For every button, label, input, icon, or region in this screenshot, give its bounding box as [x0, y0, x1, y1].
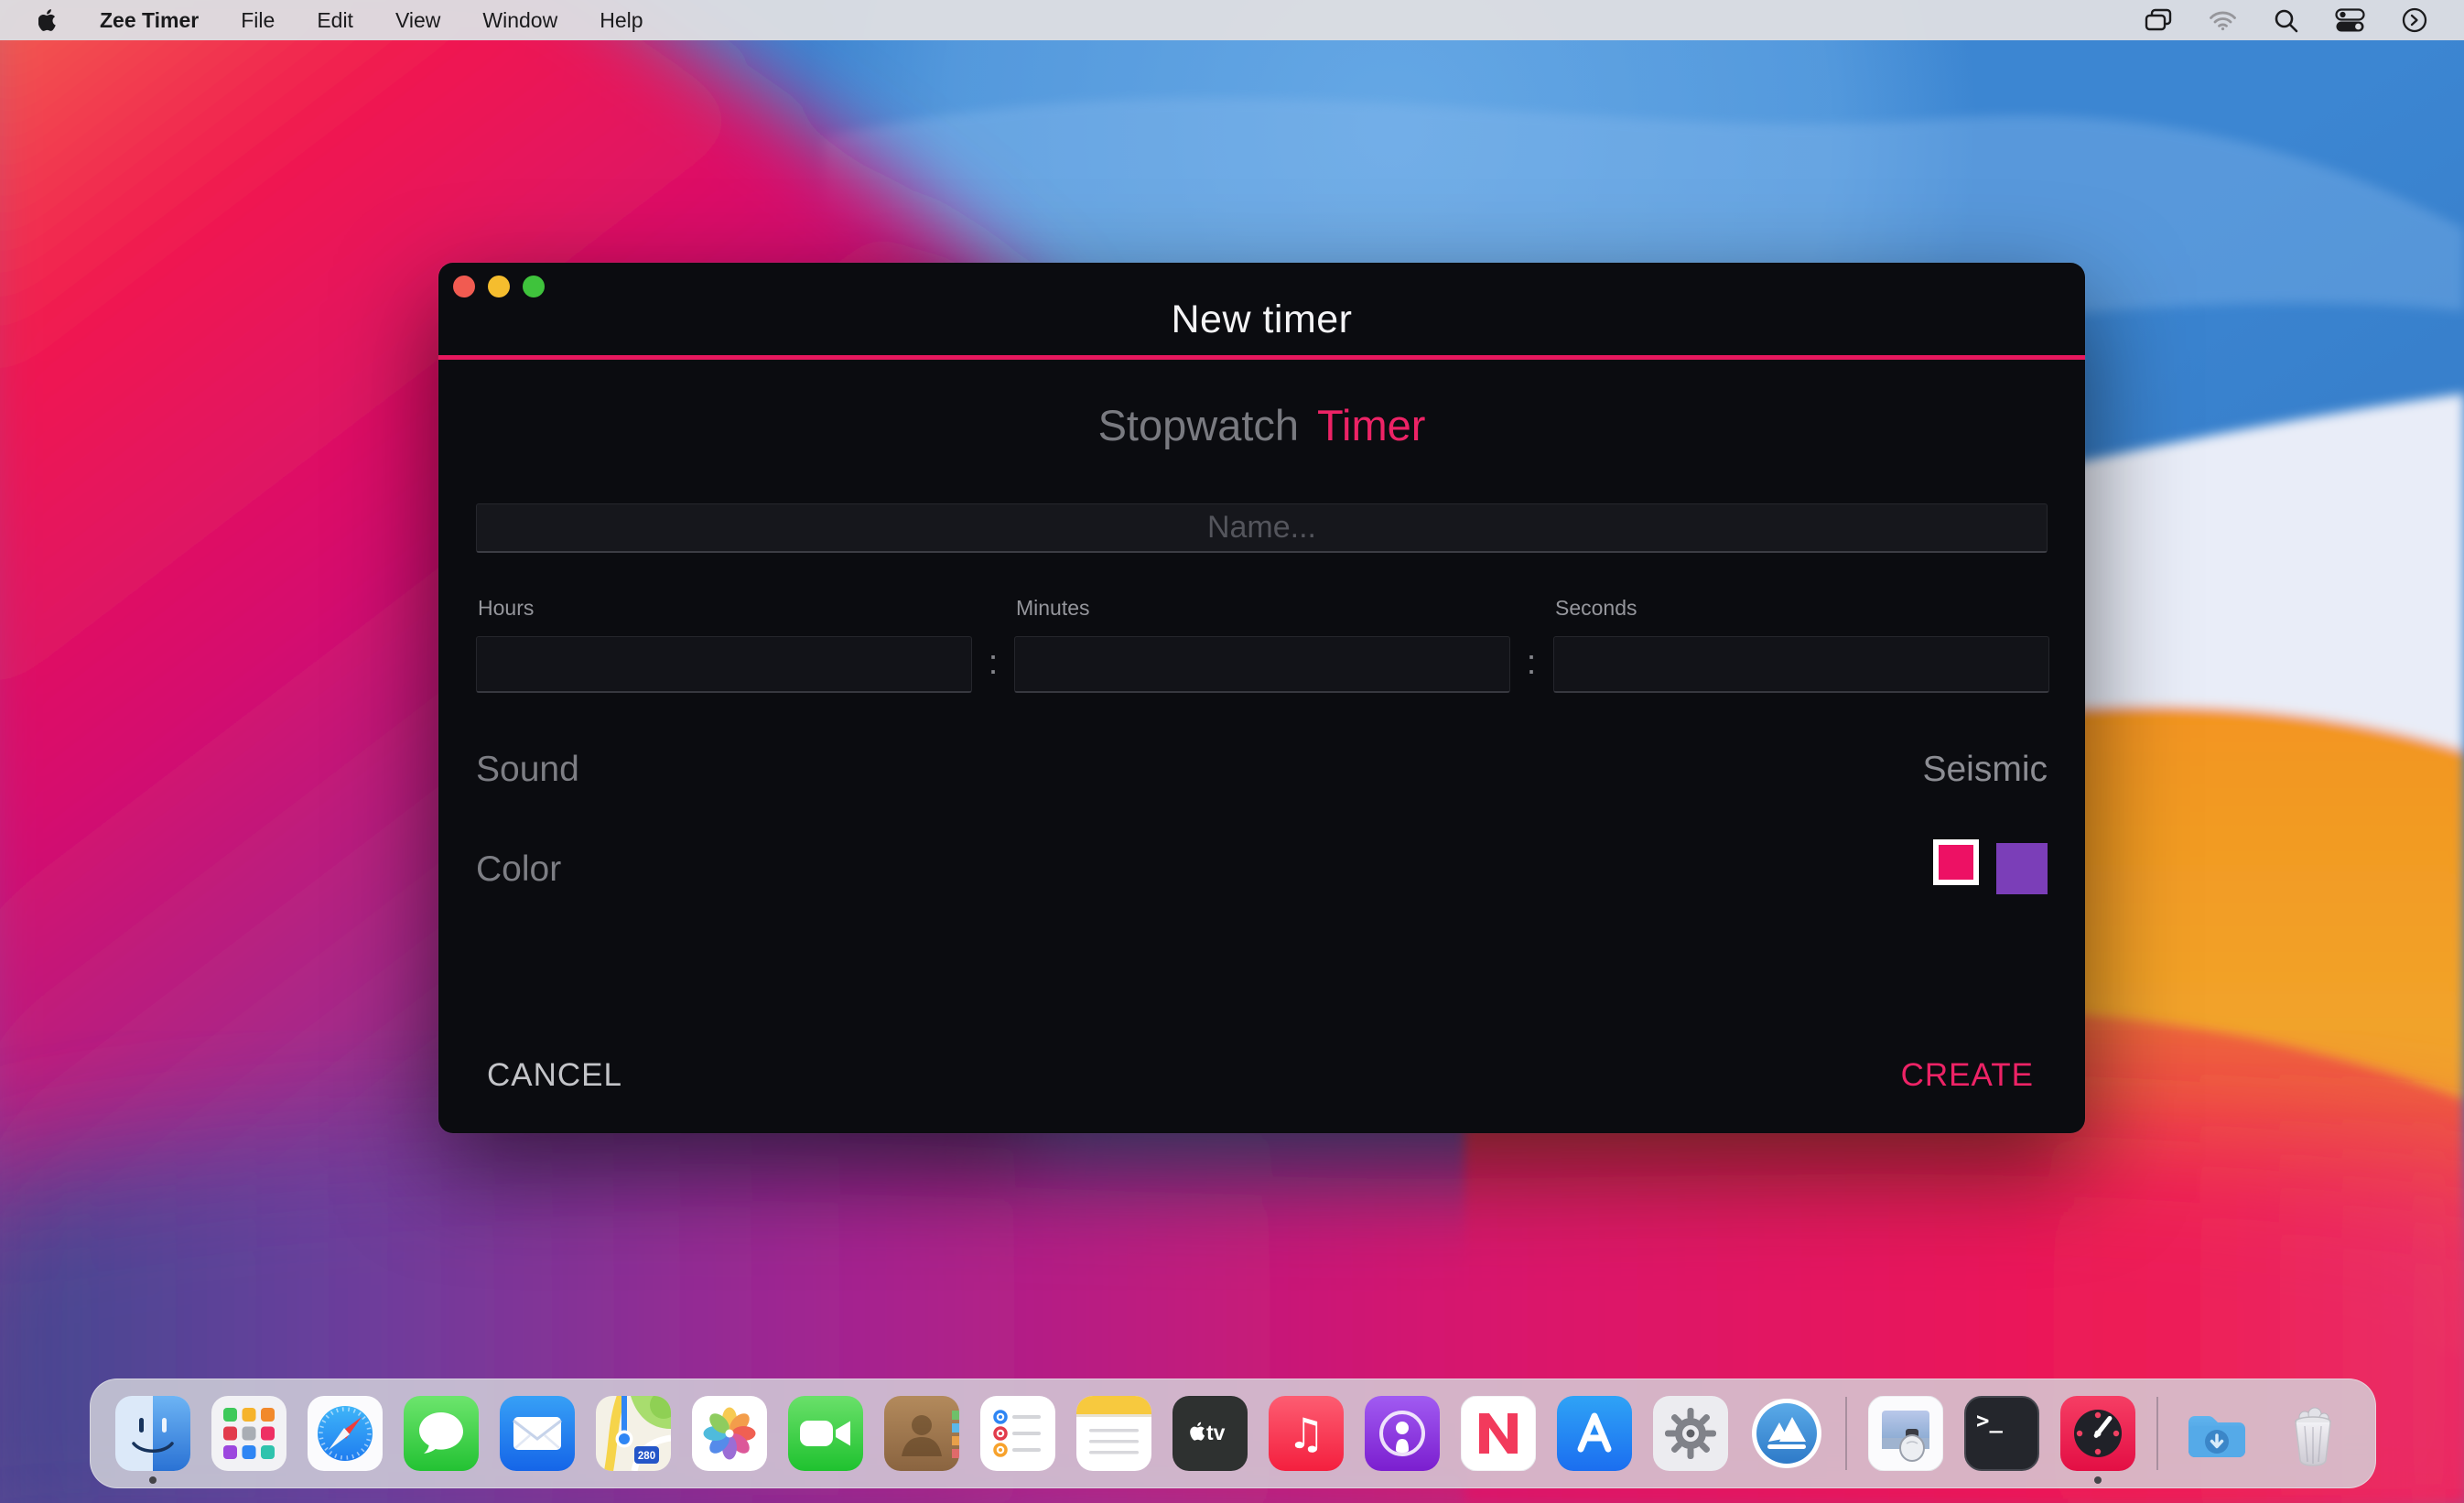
dock-downloads-folder-icon[interactable]: [2179, 1396, 2254, 1471]
menubar-item-edit[interactable]: Edit: [317, 8, 353, 33]
menu-bar: Zee Timer File Edit View Window Help: [0, 0, 2464, 40]
color-swatch-pink-selected[interactable]: [1933, 839, 1979, 885]
dock-reminders-icon[interactable]: [980, 1396, 1055, 1471]
color-label: Color: [476, 849, 562, 889]
wifi-icon[interactable]: [2209, 10, 2237, 31]
dock-contacts-icon[interactable]: [884, 1396, 959, 1471]
minutes-input[interactable]: [1014, 636, 1510, 693]
dock-terminal-icon[interactable]: >_: [1964, 1396, 2039, 1471]
tab-stopwatch[interactable]: Stopwatch: [1098, 400, 1299, 450]
dock-facetime-icon[interactable]: [788, 1396, 863, 1471]
terminal-prompt-glyph: >_: [1976, 1408, 2003, 1433]
dock-launchpad-icon[interactable]: [211, 1396, 286, 1471]
dock-photos-icon[interactable]: [692, 1396, 767, 1471]
dock-preview-icon[interactable]: [1868, 1396, 1943, 1471]
time-separator: :: [1526, 643, 1537, 682]
new-timer-window: New timer Stopwatch Timer Hours Minutes …: [438, 263, 2085, 1133]
seconds-label: Seconds: [1555, 596, 1637, 620]
hours-label: Hours: [478, 596, 535, 620]
window-title-bar[interactable]: New timer: [438, 263, 2085, 360]
dock-news-icon[interactable]: [1461, 1396, 1536, 1471]
zoom-button[interactable]: [523, 276, 545, 297]
maps-badge-label: 280: [638, 1451, 655, 1462]
create-button[interactable]: CREATE: [1901, 1057, 2034, 1094]
dock-music-icon[interactable]: ♫: [1269, 1396, 1344, 1471]
dock-messages-icon[interactable]: [404, 1396, 479, 1471]
dock-safari-icon[interactable]: [308, 1396, 383, 1471]
tab-timer[interactable]: Timer: [1317, 400, 1425, 450]
dock-podcasts-icon[interactable]: [1365, 1396, 1440, 1471]
minutes-label: Minutes: [1016, 596, 1090, 620]
seconds-input[interactable]: [1553, 636, 2049, 693]
menubar-item-file[interactable]: File: [241, 8, 275, 33]
tv-label: tv: [1206, 1421, 1226, 1444]
control-center-icon[interactable]: [2335, 7, 2365, 33]
cancel-button[interactable]: CANCEL: [487, 1057, 622, 1094]
color-swatch-purple[interactable]: [1996, 843, 2048, 894]
dock-finder-icon[interactable]: [115, 1396, 190, 1471]
chevron-circle-icon[interactable]: [2402, 7, 2427, 33]
minimize-button[interactable]: [488, 276, 510, 297]
menubar-item-view[interactable]: View: [395, 8, 440, 33]
dock-divider: [1845, 1397, 1847, 1470]
dock-mail-icon[interactable]: [500, 1396, 575, 1471]
dock: 280 tv ♫ >_: [90, 1379, 2376, 1488]
sound-value[interactable]: Seismic: [1922, 750, 2048, 790]
music-note-glyph: ♫: [1287, 1409, 1324, 1458]
window-title: New timer: [1171, 297, 1353, 341]
menubar-item-window[interactable]: Window: [482, 8, 557, 33]
dock-app-cleaner-icon[interactable]: [1749, 1396, 1824, 1471]
sound-label: Sound: [476, 750, 579, 789]
search-icon[interactable]: [2274, 8, 2298, 33]
timer-name-input[interactable]: [476, 503, 2048, 553]
dock-app-store-icon[interactable]: [1557, 1396, 1632, 1471]
menubar-item-help[interactable]: Help: [600, 8, 643, 33]
dock-zee-timer-icon[interactable]: [2060, 1396, 2135, 1471]
mode-tabs: Stopwatch Timer: [438, 400, 2085, 450]
dock-system-preferences-icon[interactable]: [1653, 1396, 1728, 1471]
menubar-app-name[interactable]: Zee Timer: [100, 8, 199, 33]
hours-input[interactable]: [476, 636, 972, 693]
close-button[interactable]: [453, 276, 475, 297]
apple-menu-icon[interactable]: [38, 8, 58, 32]
dock-notes-icon[interactable]: [1076, 1396, 1151, 1471]
windows-icon[interactable]: [2145, 8, 2172, 32]
dock-maps-icon[interactable]: 280: [596, 1396, 671, 1471]
dock-tv-icon[interactable]: tv: [1173, 1396, 1248, 1471]
time-separator: :: [988, 643, 999, 682]
dock-trash-icon[interactable]: [2275, 1396, 2351, 1471]
dock-divider: [2156, 1397, 2158, 1470]
